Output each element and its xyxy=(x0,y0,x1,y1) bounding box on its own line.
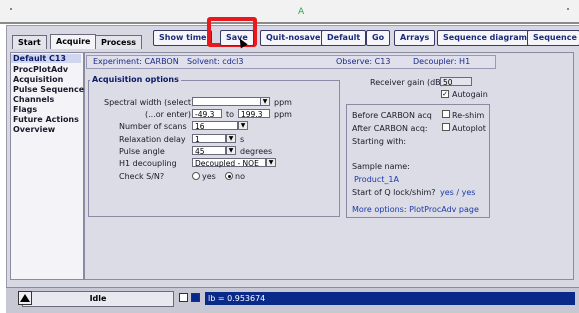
h1-decoupling-select[interactable]: Decoupled - NOE xyxy=(192,158,266,168)
sidebar-item-overview[interactable]: Overview xyxy=(13,125,55,134)
no-radio[interactable] xyxy=(225,172,233,180)
relaxation-label: Relaxation delay xyxy=(119,135,186,144)
h1-decoupling-label: H1 decoupling xyxy=(119,159,177,168)
quit-nosave-button[interactable]: Quit-nosave xyxy=(260,30,327,46)
before-acq-label: Before CARBON acq xyxy=(352,111,432,120)
experiment-label: Experiment: CARBON xyxy=(93,57,179,66)
more-options-link[interactable]: More options: PlotProcAdv page xyxy=(352,205,479,214)
pulse-angle-select[interactable]: 45 xyxy=(192,146,226,156)
sequence-h-button[interactable]: Sequence h xyxy=(527,30,579,46)
arrow-up-button[interactable] xyxy=(18,291,32,305)
arrow-up-icon xyxy=(20,294,30,302)
observe-label: Observe: C13 xyxy=(336,57,391,66)
spectral-width-label: Spectral width (select) xyxy=(104,98,195,107)
sidebar-nav: Default C13 ProcPlotAdv Acquisition Puls… xyxy=(10,52,84,280)
sw-from-input[interactable]: -49.3 xyxy=(192,109,222,119)
sample-name-value[interactable]: Product_1A xyxy=(354,175,399,184)
pulse-angle-label: Pulse angle xyxy=(119,147,165,156)
spectral-width-select[interactable] xyxy=(192,97,262,106)
lock-shim-label: Start of Q lock/shim? xyxy=(352,188,436,197)
tab-acquire[interactable]: Acquire xyxy=(50,34,97,49)
status-idle: Idle xyxy=(22,291,174,307)
sidebar-item-default-c13[interactable]: Default C13 xyxy=(11,54,81,63)
lock-shim-value[interactable]: yes / yes xyxy=(440,188,475,197)
command-line[interactable]: lb = 0.953674 xyxy=(205,292,575,305)
top-strip xyxy=(0,0,579,22)
experiment-bar: Experiment: CARBON Solvent: cdcl3 Observ… xyxy=(86,55,496,69)
ppm-unit: ppm xyxy=(274,98,292,107)
receiver-gain-label: Receiver gain (dB) xyxy=(370,78,444,87)
chevron-down-icon[interactable]: ▼ xyxy=(226,134,236,143)
sequence-diagram-button[interactable]: Sequence diagram xyxy=(437,30,533,46)
toggle-square-icon[interactable] xyxy=(191,293,200,302)
sidebar-item-channels[interactable]: Channels xyxy=(13,95,54,104)
autoplot-label: Autoplot xyxy=(452,124,486,133)
show-time-button[interactable]: Show time xyxy=(153,30,213,46)
sidebar-item-flags[interactable]: Flags xyxy=(13,105,37,114)
tab-start[interactable]: Start xyxy=(12,35,47,49)
to-label: to xyxy=(226,110,235,119)
check-sn-label: Check S/N? xyxy=(119,172,165,181)
save-button[interactable]: Save xyxy=(220,30,254,46)
scans-select[interactable]: 16 xyxy=(192,121,238,131)
sidebar-item-pulse-sequence[interactable]: Pulse Sequence xyxy=(13,85,84,94)
scans-label: Number of scans xyxy=(119,122,187,131)
chevron-down-icon[interactable]: ▼ xyxy=(266,158,276,167)
actions-group xyxy=(346,104,490,218)
reshim-label: Re-shim xyxy=(452,111,485,120)
autogain-checkbox[interactable]: ✓ xyxy=(441,90,449,98)
top-center-glyph: A xyxy=(298,7,305,17)
after-acq-label: After CARBON acq: xyxy=(352,124,428,133)
autoplot-checkbox[interactable] xyxy=(442,123,450,131)
degrees-unit: degrees xyxy=(240,147,273,156)
corner-dot xyxy=(567,8,569,10)
ppm-unit: ppm xyxy=(274,110,292,119)
seconds-unit: s xyxy=(240,135,245,144)
decoupler-label: Decoupler: H1 xyxy=(413,57,471,66)
go-button[interactable]: Go xyxy=(366,30,391,46)
relaxation-select[interactable]: 1 xyxy=(192,134,226,144)
sidebar-item-acquisition[interactable]: Acquisition xyxy=(13,75,63,84)
starting-with-label: Starting with: xyxy=(352,137,407,146)
toggle-square-icon[interactable] xyxy=(179,293,188,302)
arrays-button[interactable]: Arrays xyxy=(394,30,436,46)
corner-dot xyxy=(10,8,12,10)
or-enter-label: (...or enter) xyxy=(145,110,191,119)
autogain-label: Autogain xyxy=(452,90,488,99)
solvent-label: Solvent: cdcl3 xyxy=(187,57,244,66)
receiver-gain-input[interactable]: 50 xyxy=(440,77,472,87)
yes-radio[interactable] xyxy=(192,172,200,180)
default-button[interactable]: Default xyxy=(321,30,367,46)
chevron-down-icon[interactable]: ▼ xyxy=(238,121,248,130)
top-divider xyxy=(0,22,579,24)
sidebar-item-future-actions[interactable]: Future Actions xyxy=(13,115,79,124)
chevron-down-icon[interactable]: ▼ xyxy=(226,146,236,155)
no-label: no xyxy=(235,172,245,181)
reshim-checkbox[interactable] xyxy=(442,110,450,118)
chevron-down-icon[interactable]: ▼ xyxy=(260,97,270,106)
sample-name-label: Sample name: xyxy=(352,162,410,171)
sw-to-input[interactable]: 199.3 xyxy=(238,109,270,119)
sidebar-item-procplotadv[interactable]: ProcPlotAdv xyxy=(13,65,68,74)
yes-label: yes xyxy=(202,172,216,181)
tab-process[interactable]: Process xyxy=(95,35,142,49)
acquisition-options-title: Acquisition options xyxy=(90,75,181,84)
